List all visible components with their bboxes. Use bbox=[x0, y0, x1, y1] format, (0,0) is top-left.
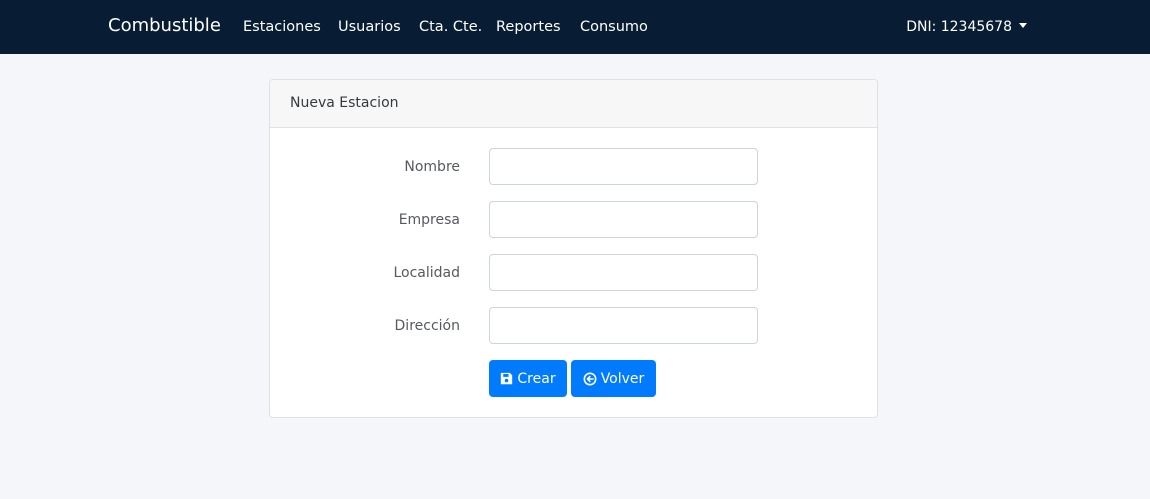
crear-button[interactable]: Crear bbox=[489, 360, 567, 397]
user-menu-dropdown[interactable]: DNI: 12345678 bbox=[906, 19, 1027, 35]
navbar-brand[interactable]: Combustible bbox=[108, 15, 221, 36]
nombre-label: Nombre bbox=[404, 159, 460, 175]
card-header: Nueva Estacion bbox=[270, 80, 877, 128]
nav-link-reportes[interactable]: Reportes bbox=[496, 19, 561, 35]
direccion-label: Dirección bbox=[394, 318, 460, 334]
volver-button-label: Volver bbox=[600, 370, 645, 387]
new-station-card: Nueva Estacion Nombre Empresa Localidad … bbox=[269, 79, 878, 418]
caret-down-icon bbox=[1019, 23, 1027, 28]
empresa-label: Empresa bbox=[398, 212, 460, 228]
user-menu-label: DNI: 12345678 bbox=[906, 19, 1012, 35]
localidad-input[interactable] bbox=[489, 254, 758, 291]
save-icon bbox=[501, 372, 513, 385]
arrow-circle-left-icon bbox=[583, 372, 597, 385]
nombre-input[interactable] bbox=[489, 148, 758, 185]
nav-link-usuarios[interactable]: Usuarios bbox=[338, 19, 401, 35]
empresa-input[interactable] bbox=[489, 201, 758, 238]
crear-button-label: Crear bbox=[517, 370, 556, 387]
nav-link-estaciones[interactable]: Estaciones bbox=[243, 19, 321, 35]
nav-link-consumo[interactable]: Consumo bbox=[580, 19, 648, 35]
direccion-input[interactable] bbox=[489, 307, 758, 344]
volver-button[interactable]: Volver bbox=[571, 360, 656, 397]
nav-link-cta-cte[interactable]: Cta. Cte. bbox=[419, 19, 482, 35]
top-navbar: Combustible Estaciones Usuarios Cta. Cte… bbox=[0, 0, 1150, 54]
localidad-label: Localidad bbox=[393, 265, 460, 281]
